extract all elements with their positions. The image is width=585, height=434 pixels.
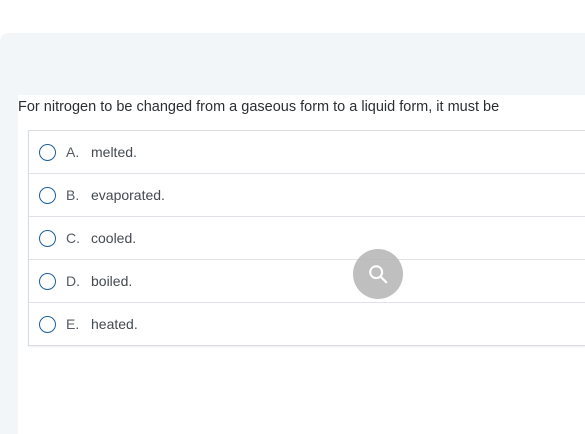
choice-letter: D. xyxy=(66,273,80,289)
choice-text: boiled. xyxy=(91,273,133,289)
choice-e[interactable]: E. heated. xyxy=(29,303,585,345)
page: For nitrogen to be changed from a gaseou… xyxy=(0,0,585,434)
choice-text: cooled. xyxy=(91,230,137,246)
choice-letter: C. xyxy=(66,230,80,246)
choice-text: melted. xyxy=(91,144,137,160)
radio-button[interactable] xyxy=(39,315,56,333)
choice-text: heated. xyxy=(91,316,138,332)
radio-button[interactable] xyxy=(39,272,56,290)
choice-letter: B. xyxy=(66,187,80,203)
choice-d[interactable]: D. boiled. xyxy=(29,260,585,303)
question-text: For nitrogen to be changed from a gaseou… xyxy=(18,99,500,115)
radio-button[interactable] xyxy=(39,186,56,204)
choice-a[interactable]: A. melted. xyxy=(29,131,585,174)
choice-letter: E. xyxy=(66,316,80,332)
choice-b[interactable]: B. evaporated. xyxy=(29,174,585,217)
choice-letter: A. xyxy=(66,144,80,160)
search-icon xyxy=(369,265,388,284)
choice-c[interactable]: C. cooled. xyxy=(29,217,585,260)
answer-choices: A. melted. B. evaporated. C. cooled. D. … xyxy=(28,130,585,346)
radio-button[interactable] xyxy=(39,143,56,161)
choice-text: evaporated. xyxy=(91,187,165,203)
radio-button[interactable] xyxy=(39,229,56,247)
question-card: For nitrogen to be changed from a gaseou… xyxy=(18,95,585,434)
search-button[interactable] xyxy=(353,249,403,299)
